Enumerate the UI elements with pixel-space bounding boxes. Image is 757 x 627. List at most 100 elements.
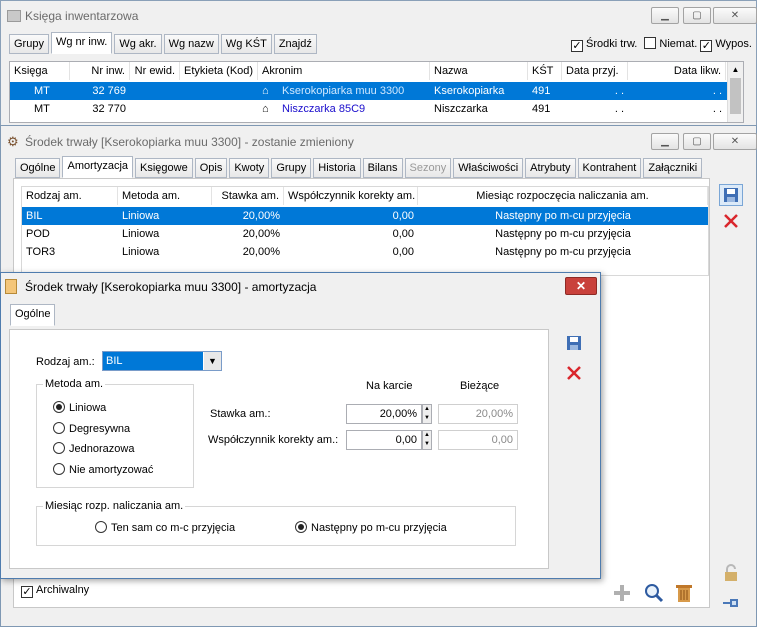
radio-jednorazowa[interactable]: Jednorazowa bbox=[53, 442, 134, 455]
tab-zalaczniki[interactable]: Załączniki bbox=[643, 158, 703, 178]
home-icon: ⌂ bbox=[262, 85, 269, 97]
cell-rodzaj: POD bbox=[26, 228, 50, 240]
lock-button[interactable] bbox=[719, 562, 743, 584]
tab-amortyzacja[interactable]: Amortyzacja bbox=[62, 156, 134, 178]
tab-opis[interactable]: Opis bbox=[194, 158, 228, 178]
tab-ksiegowe[interactable]: Księgowe bbox=[135, 158, 193, 178]
tab-sezony[interactable]: Sezony bbox=[404, 158, 452, 178]
close-button[interactable]: ✕ bbox=[565, 277, 597, 295]
table-row[interactable]: MT 32 769 ⌂ Kserokopiarka muu 3300 Ksero… bbox=[10, 82, 728, 100]
cell-nazwa: Kserokopiarka bbox=[434, 85, 505, 97]
col-data-likw[interactable]: Data likw. bbox=[628, 62, 726, 80]
empty-checkbox bbox=[644, 37, 657, 49]
radio-liniowa[interactable]: Liniowa bbox=[53, 401, 106, 414]
checkbox-wypos[interactable]: ✓ Wypos. bbox=[700, 38, 752, 52]
wsp-biezace-input: 0,00 bbox=[438, 430, 518, 450]
maximize-button[interactable]: ▢ bbox=[683, 133, 711, 150]
table-row[interactable]: MT 32 770 ⌂ Niszczarka 85C9 Niszczarka 4… bbox=[10, 100, 728, 118]
rodzaj-dropdown[interactable]: BIL ▼ bbox=[102, 351, 222, 371]
cell-akronim[interactable]: Kserokopiarka muu 3300 bbox=[278, 82, 430, 100]
col-akronim[interactable]: Akronim bbox=[258, 62, 430, 80]
archiwalny-checkbox[interactable]: ✓ Archiwalny bbox=[21, 584, 89, 598]
radio-ten-sam[interactable]: Ten sam co m-c przyjęcia bbox=[95, 521, 235, 534]
col-rodzaj-am[interactable]: Rodzaj am. bbox=[22, 187, 118, 205]
tab-kwoty[interactable]: Kwoty bbox=[229, 158, 270, 178]
tab-wlasciwosci[interactable]: Właściwości bbox=[453, 158, 524, 178]
cell-kst: 491 bbox=[532, 103, 551, 115]
add-button[interactable] bbox=[610, 582, 634, 604]
radio-nie-amortyzowac[interactable]: Nie amortyzować bbox=[53, 463, 153, 476]
col-wsp-korekty[interactable]: Współczynnik korekty am. bbox=[284, 187, 418, 205]
cell-miesiac: Następny po m-cu przyjęcia bbox=[495, 228, 631, 240]
col-nr-inw[interactable]: Nr inw. bbox=[70, 62, 130, 80]
checkbox-srodki-trw[interactable]: ✓ Środki trw. bbox=[571, 38, 637, 52]
tab-historia[interactable]: Historia bbox=[313, 158, 361, 178]
tab-wg-kst[interactable]: Wg KŚT bbox=[220, 34, 272, 54]
checkbox-niemat[interactable]: Niemat. bbox=[644, 37, 697, 50]
col-etykieta[interactable]: Etykieta (Kod) bbox=[180, 62, 258, 80]
cell-nr-inw: 32 769 bbox=[92, 85, 126, 97]
rodzaj-label: Rodzaj am.: bbox=[36, 356, 95, 368]
tab-grupy[interactable]: Grupy bbox=[9, 34, 49, 54]
tab-ogolne[interactable]: Ogólne bbox=[10, 304, 56, 326]
scroll-thumb[interactable] bbox=[730, 78, 741, 114]
table-row[interactable]: BIL Liniowa 20,00% 0,00 Następny po m-cu… bbox=[22, 207, 708, 225]
minimize-button[interactable]: ▁ bbox=[651, 7, 679, 24]
biezace-header: Bieżące bbox=[460, 380, 500, 392]
dialog-panel: Rodzaj am.: BIL ▼ Metoda am. Liniowa Deg… bbox=[9, 329, 549, 569]
col-ksiega[interactable]: Księga bbox=[10, 62, 70, 80]
tab-ogolne[interactable]: Ogólne bbox=[15, 158, 61, 178]
table-row[interactable]: POD Liniowa 20,00% 0,00 Następny po m-cu… bbox=[22, 225, 708, 243]
radio-nastepny[interactable]: Następny po m-cu przyjęcia bbox=[295, 521, 447, 534]
inventory-book-titlebar: Księga inwentarzowa bbox=[1, 1, 756, 31]
vertical-scrollbar[interactable]: ▲ bbox=[727, 62, 743, 122]
cell-wsp: 0,00 bbox=[392, 228, 414, 240]
search-button[interactable] bbox=[642, 582, 666, 604]
stawka-biezace-input: 20,00% bbox=[438, 404, 518, 424]
tab-atrybuty[interactable]: Atrybuty bbox=[525, 158, 576, 178]
save-button[interactable] bbox=[719, 184, 743, 206]
wsp-karta-input[interactable]: 0,00 bbox=[346, 430, 422, 450]
col-kst[interactable]: KŚT bbox=[528, 62, 562, 80]
maximize-button[interactable]: ▢ bbox=[683, 7, 711, 24]
floppy-disk-icon bbox=[724, 188, 738, 202]
close-button[interactable]: ✕ bbox=[713, 7, 757, 24]
radio-degresywna[interactable]: Degresywna bbox=[53, 422, 130, 435]
col-nr-ewid[interactable]: Nr ewid. bbox=[130, 62, 180, 80]
na-karcie-header: Na karcie bbox=[366, 380, 413, 392]
wsp-spinner[interactable]: ▲ ▼ bbox=[422, 430, 432, 450]
tab-wg-nr-inw[interactable]: Wg nr inw. bbox=[50, 32, 113, 54]
check-icon: ✓ bbox=[571, 40, 583, 52]
trash-button[interactable] bbox=[672, 582, 696, 604]
col-miesiac[interactable]: Miesiąc rozpoczęcia naliczania am. bbox=[418, 187, 708, 205]
stawka-karta-input[interactable]: 20,00% bbox=[346, 404, 422, 424]
pin-button[interactable] bbox=[719, 592, 743, 614]
tab-bilans[interactable]: Bilans bbox=[362, 158, 403, 178]
minimize-button[interactable]: ▁ bbox=[651, 133, 679, 150]
dialog-title: Środek trwały [Kserokopiarka muu 3300] -… bbox=[25, 280, 317, 294]
col-stawka-am[interactable]: Stawka am. bbox=[212, 187, 284, 205]
trash-icon bbox=[676, 585, 692, 602]
cell-akronim[interactable]: Niszczarka 85C9 bbox=[278, 100, 430, 118]
wsp-label: Współczynnik korekty am.: bbox=[208, 434, 339, 446]
tab-kontrahent[interactable]: Kontrahent bbox=[577, 158, 642, 178]
save-button[interactable] bbox=[562, 332, 586, 354]
close-button[interactable]: ✕ bbox=[713, 133, 757, 150]
tab-grupy[interactable]: Grupy bbox=[271, 158, 312, 178]
stawka-spinner[interactable]: ▲ ▼ bbox=[422, 404, 432, 424]
tab-wg-akr[interactable]: Wg akr. bbox=[114, 34, 162, 54]
col-nazwa[interactable]: Nazwa bbox=[430, 62, 528, 80]
tab-znajdz[interactable]: Znajdź bbox=[273, 34, 317, 54]
asset-tabs: Ogólne Amortyzacja Księgowe Opis Kwoty G… bbox=[15, 156, 703, 178]
cell-metoda: Liniowa bbox=[122, 210, 160, 222]
tab-wg-nazw[interactable]: Wg nazw bbox=[163, 34, 219, 54]
scroll-up-icon[interactable]: ▲ bbox=[728, 62, 743, 78]
col-data-przyj[interactable]: Data przyj. bbox=[562, 62, 628, 80]
delete-button[interactable] bbox=[562, 362, 586, 384]
radio-indicator bbox=[53, 422, 65, 434]
col-metoda-am[interactable]: Metoda am. bbox=[118, 187, 212, 205]
delete-button[interactable] bbox=[719, 210, 743, 232]
chevron-down-icon[interactable]: ▼ bbox=[204, 352, 221, 370]
plus-icon bbox=[614, 585, 630, 601]
table-row[interactable]: TOR3 Liniowa 20,00% 0,00 Następny po m-c… bbox=[22, 243, 708, 261]
